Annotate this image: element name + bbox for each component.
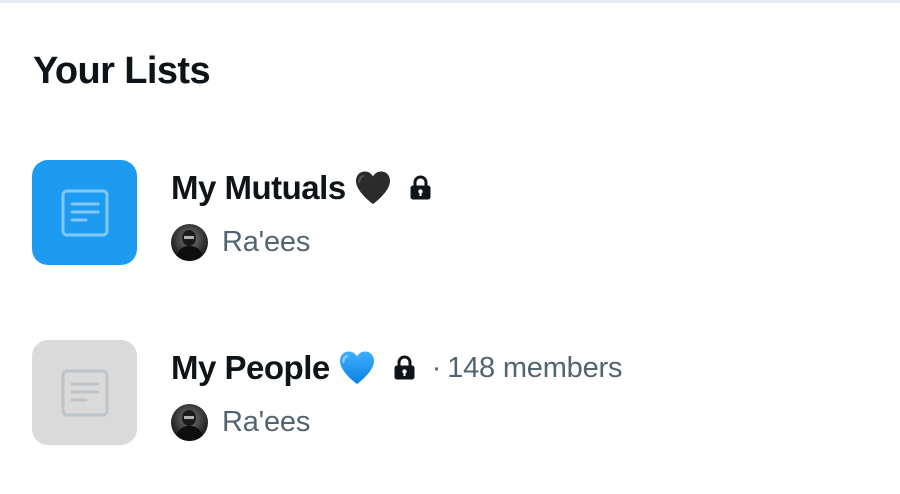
list-document-icon: [61, 189, 108, 236]
list-item-my-people[interactable]: My People · 148 members Ra'ees: [0, 328, 900, 458]
avatar: [171, 223, 208, 261]
avatar: [171, 403, 208, 441]
list-document-icon: [61, 369, 108, 416]
list-name: My People: [171, 349, 330, 386]
list-item-my-mutuals[interactable]: My Mutuals Ra'ees: [0, 148, 900, 278]
list-owner-line: Ra'ees: [171, 402, 310, 442]
list-name-line: My Mutuals: [171, 166, 432, 210]
list-thumbnail: [32, 160, 137, 265]
list-thumbnail: [32, 340, 137, 445]
separator-dot: ·: [431, 351, 442, 384]
list-owner-name: Ra'ees: [222, 225, 311, 258]
section-title: Your Lists: [33, 50, 211, 92]
member-count-text: 148 members: [447, 351, 623, 384]
list-name-line: My People · 148 members: [171, 346, 622, 390]
lock-icon: [409, 175, 432, 201]
list-owner-name: Ra'ees: [222, 405, 311, 438]
list-member-count: · 148 members: [432, 352, 623, 385]
black-heart-icon: [354, 170, 392, 206]
blue-heart-icon: [338, 350, 376, 386]
lock-icon: [393, 355, 416, 381]
top-divider: [0, 0, 900, 3]
list-name: My Mutuals: [171, 169, 346, 206]
list-owner-line: Ra'ees: [171, 222, 310, 262]
